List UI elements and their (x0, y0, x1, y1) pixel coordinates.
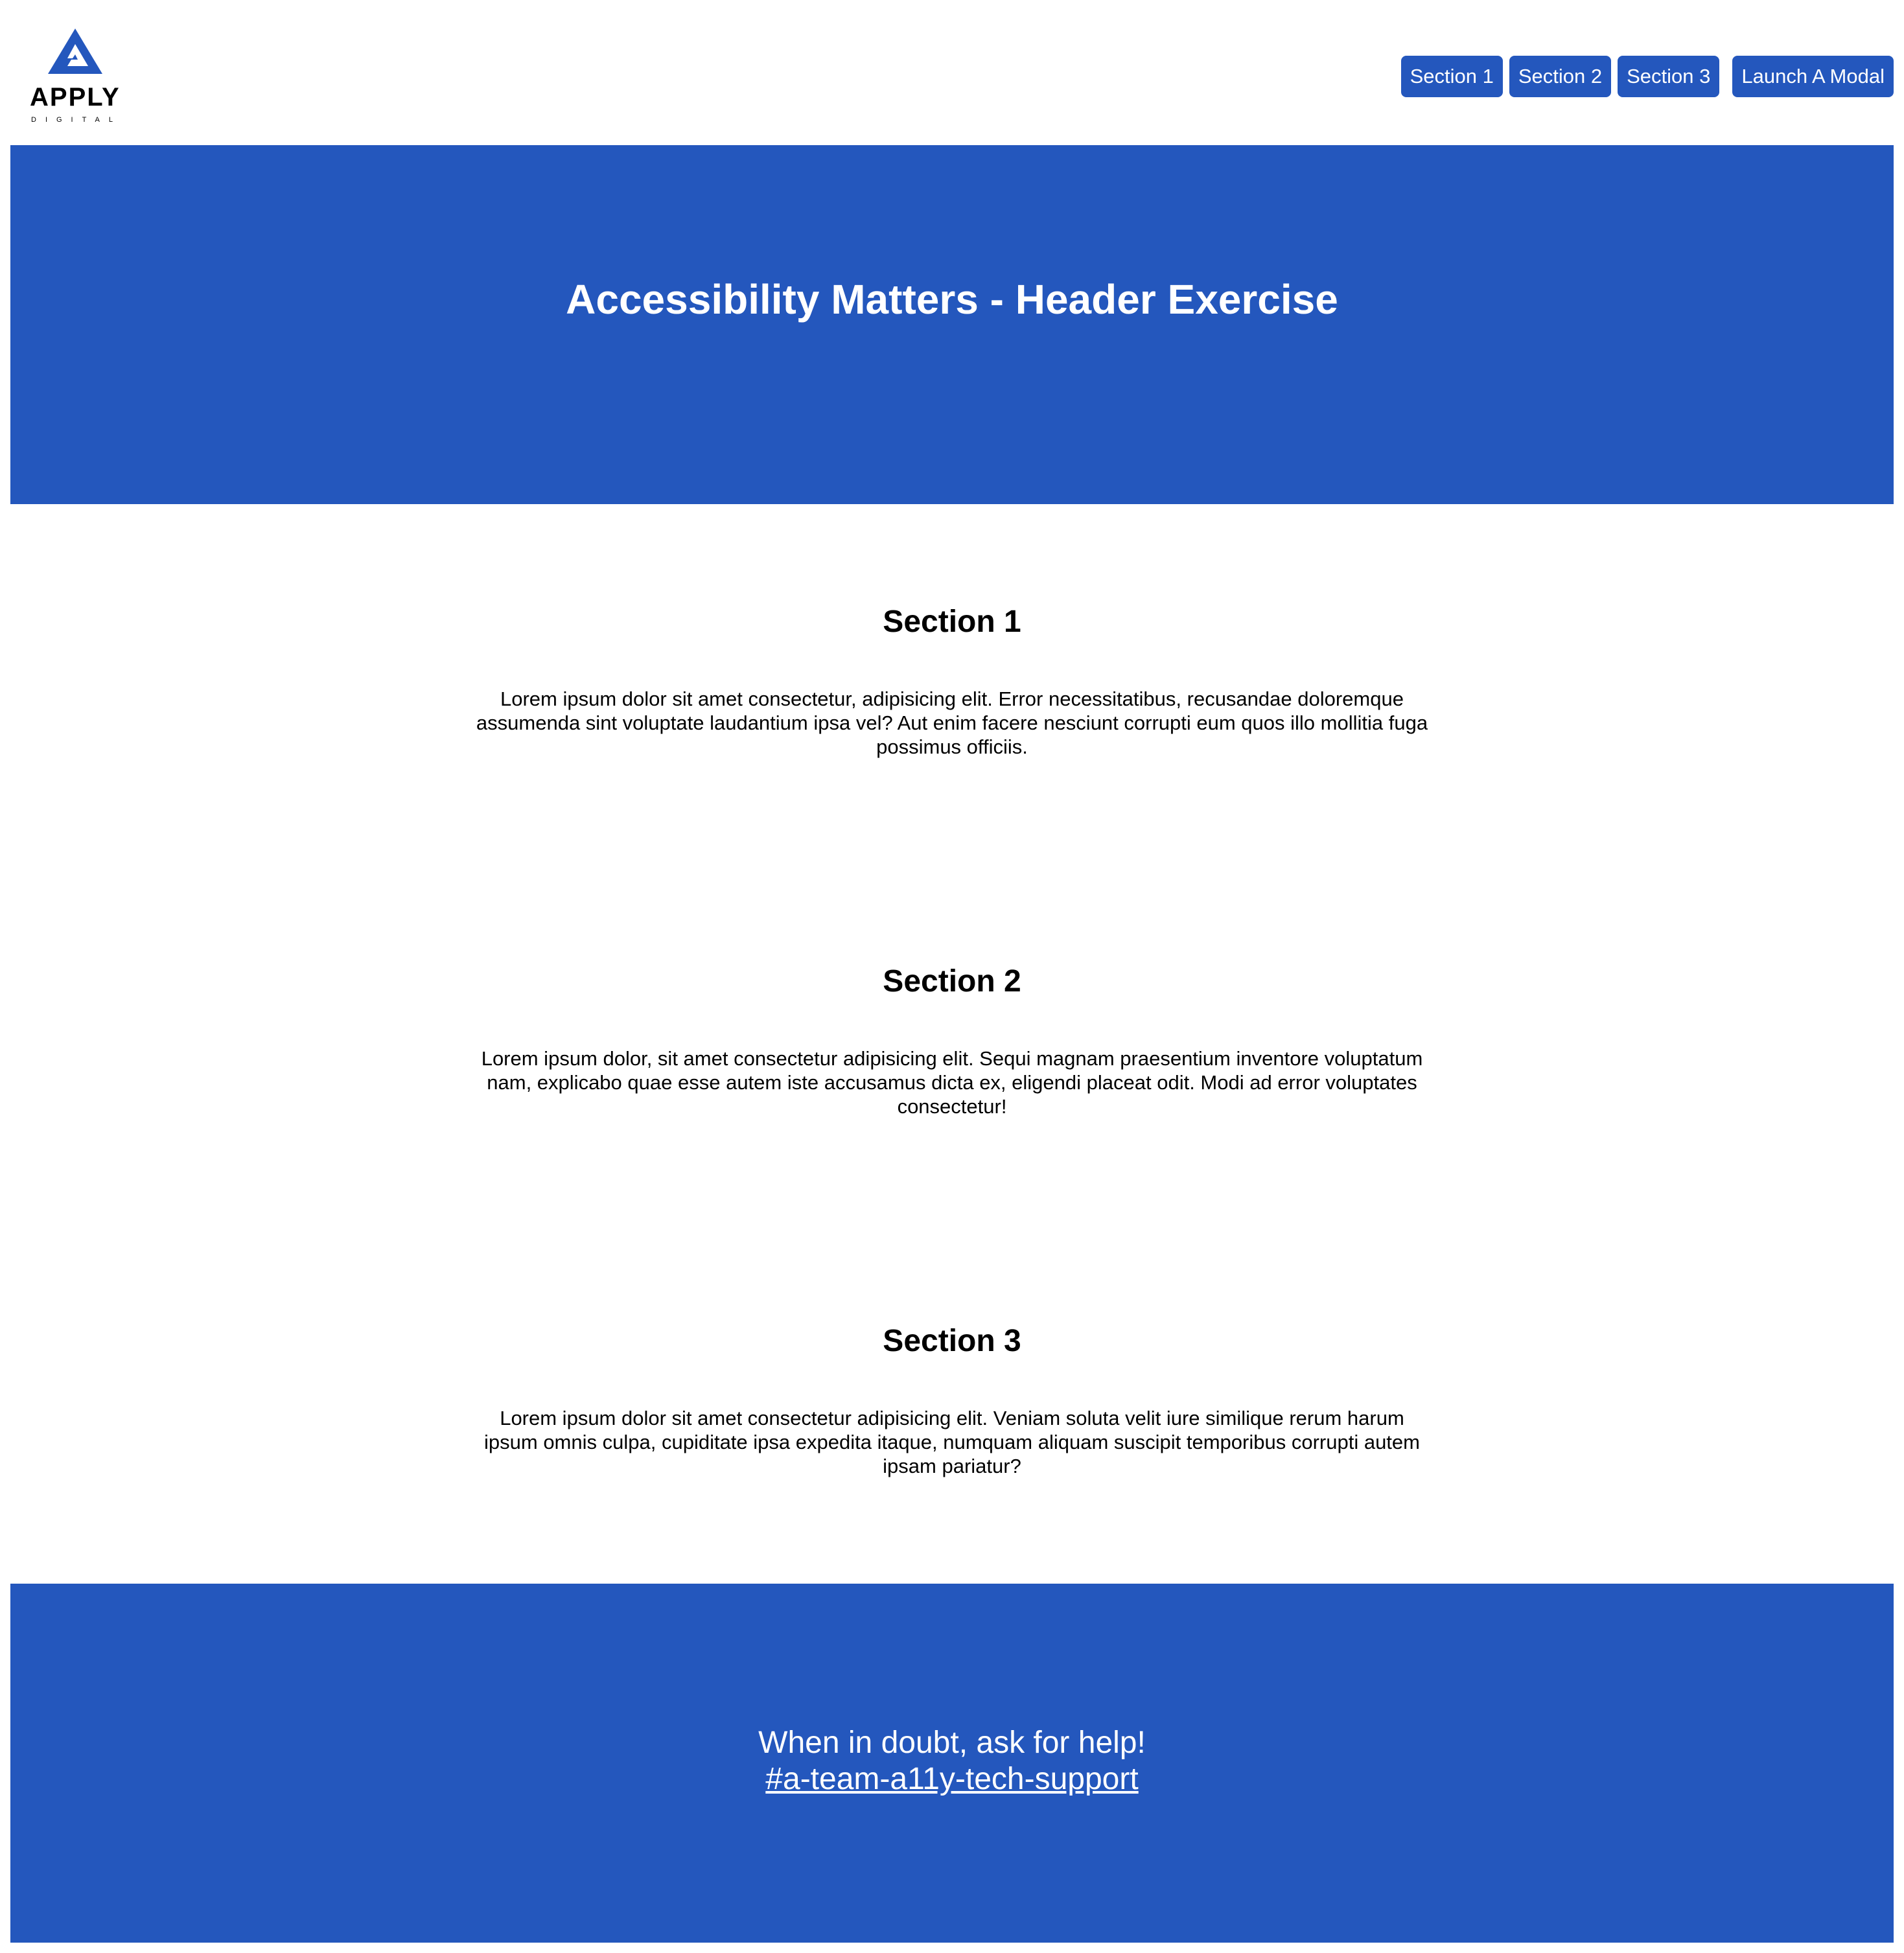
nav-button-section-1[interactable]: Section 1 (1400, 56, 1503, 97)
footer-help-text: When in doubt, ask for help! (758, 1726, 1146, 1760)
section-3-body: Lorem ipsum dolor sit amet consectetur a… (484, 1407, 1420, 1477)
page-title: Accessibility Matters - Header Exercise (566, 276, 1338, 323)
content-section-2: Section 2 Lorem ipsum dolor, sit amet co… (10, 962, 1894, 1157)
nav-button-section-3[interactable]: Section 3 (1618, 56, 1720, 97)
logo-subtitle: DIGITAL (31, 116, 122, 124)
apply-digital-logo[interactable]: APPLY DIGITAL (29, 29, 124, 127)
hero-banner: Accessibility Matters - Header Exercise (10, 145, 1894, 504)
main-nav: Section 1 Section 2 Section 3 Launch A M… (1395, 56, 1894, 97)
nav-button-section-2[interactable]: Section 2 (1509, 56, 1612, 97)
launch-modal-button[interactable]: Launch A Modal (1732, 56, 1894, 97)
content-section-1: Section 1 Lorem ipsum dolor sit amet con… (10, 603, 1894, 797)
footer-banner: When in doubt, ask for help! #a-team-a11… (10, 1584, 1894, 1943)
footer-link-wrapper: #a-team-a11y-tech-support (10, 1761, 1894, 1797)
section-3-heading: Section 3 (883, 1324, 1021, 1358)
page: APPLY DIGITAL Section 1 Section 2 Sectio… (0, 0, 1904, 1953)
section-1-heading: Section 1 (883, 605, 1021, 639)
section-1-body: Lorem ipsum dolor sit amet consectetur, … (476, 688, 1428, 758)
support-channel-link[interactable]: #a-team-a11y-tech-support (765, 1762, 1138, 1796)
section-2-heading: Section 2 (883, 964, 1021, 999)
content-section-3: Section 3 Lorem ipsum dolor sit amet con… (10, 1322, 1894, 1516)
logo-triangle-icon (48, 29, 102, 74)
section-2-body: Lorem ipsum dolor, sit amet consectetur … (481, 1047, 1423, 1118)
logo-wordmark: APPLY (30, 83, 121, 111)
top-navigation-bar: APPLY DIGITAL Section 1 Section 2 Sectio… (0, 0, 1904, 145)
